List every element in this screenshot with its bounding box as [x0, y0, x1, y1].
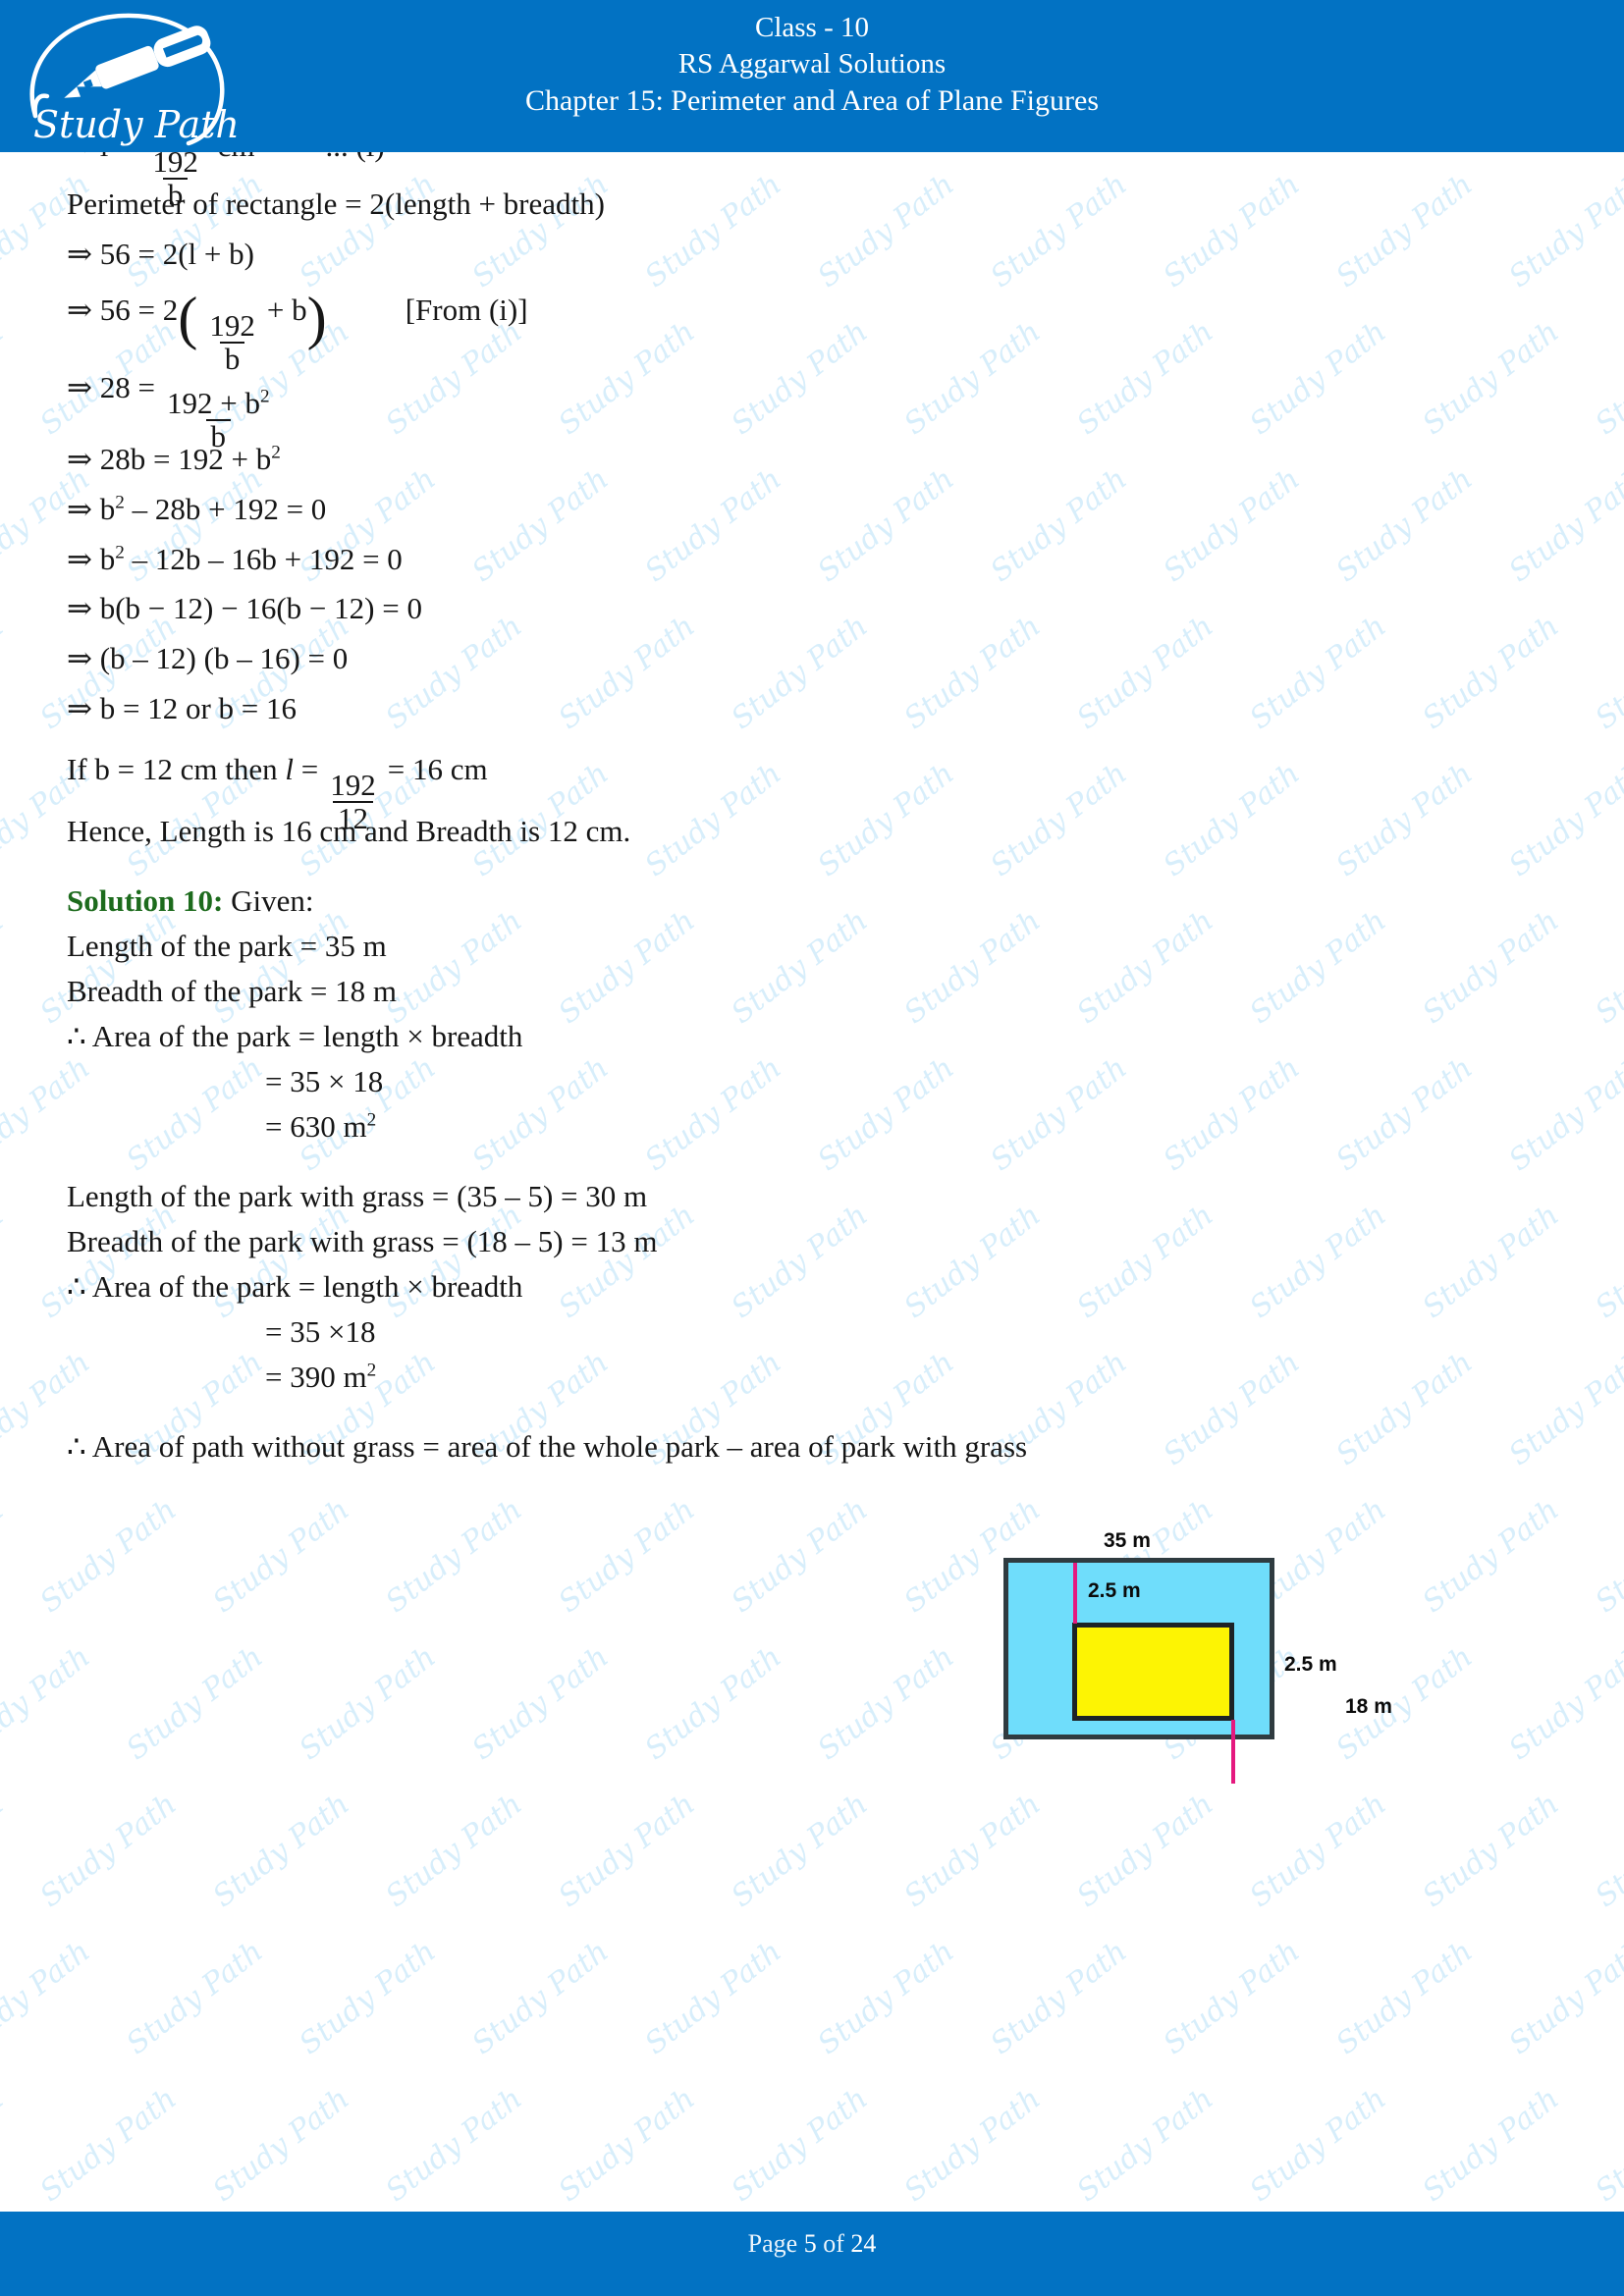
fraction-denominator: b: [219, 342, 245, 375]
header-class-line: Class - 10: [755, 12, 869, 43]
sol-line-grass-breadth: Breadth of the park with grass = (18 – 5…: [67, 1224, 658, 1258]
eq4-prefix: ⇒ 56 = 2: [67, 293, 179, 327]
sol-line-length: Length of the park = 35 m: [67, 929, 387, 963]
equation-line-7: ⇒ b2 – 28b + 192 = 0: [67, 494, 326, 524]
eq4-note: [From (i)]: [405, 293, 528, 327]
area-unit-exponent: 2: [366, 1109, 377, 1131]
equation-line-11: ⇒ b = 12 or b = 16: [67, 691, 298, 725]
sol-line-grass-length: Length of the park with grass = (35 – 5)…: [67, 1179, 648, 1213]
fraction-numerator: 192 + b2: [162, 386, 275, 421]
equation-line-2: Perimeter of rectangle = 2(length + brea…: [67, 187, 605, 221]
sol-line-area-result: = 630 m2: [265, 1111, 376, 1142]
equation-line-10: ⇒ (b – 12) (b – 16) = 0: [67, 641, 349, 675]
equation-line-3: ⇒ 56 = 2(l + b): [67, 237, 254, 271]
eq12-prefix: If b = 12 cm then: [67, 752, 286, 786]
fraction-numerator: 192: [330, 768, 376, 803]
fraction-192-over-b-2: 192 b: [204, 308, 260, 375]
solution-label: Solution 10:: [67, 883, 224, 918]
path-width-marker-bottom: [1231, 1720, 1235, 1784]
eq12-variable-l: l: [285, 752, 294, 786]
page-header: Study Path Class - 10 RS Aggarwal Soluti…: [0, 0, 1624, 152]
sol-line-grass-area-result: = 390 m2: [265, 1362, 376, 1392]
eq5-num-exponent: 2: [259, 386, 270, 407]
area-value: = 630 m: [265, 1109, 367, 1144]
diagram-label-breadth-18m: 18 m: [1345, 1695, 1392, 1718]
grass-area-value: = 390 m: [265, 1360, 367, 1394]
eq5-prefix: ⇒ 28 =: [67, 370, 155, 404]
equation-line-8: ⇒ b2 – 12b – 16b + 192 = 0: [67, 544, 403, 574]
sol-line-grass-area-calc: = 35 ×18: [265, 1314, 376, 1349]
page-prefix: Page: [747, 2229, 804, 2258]
diagram-label-path-right-2p5m: 2.5 m: [1284, 1653, 1337, 1676]
conclusion-line: Hence, Length is 16 cm and Breadth is 12…: [67, 814, 631, 848]
grass-inner-rectangle: [1072, 1623, 1234, 1721]
diagram-label-length-35m: 35 m: [1104, 1529, 1151, 1552]
right-paren: ): [306, 286, 327, 352]
eq12-tail: = 16 cm: [387, 752, 488, 786]
eq7-exponent: 2: [115, 492, 125, 513]
solution-10-heading: Solution 10: Given:: [67, 885, 313, 916]
eq6-text: ⇒ 28b = 192 + b: [67, 442, 272, 476]
sol-line-area-calc: = 35 × 18: [265, 1064, 384, 1098]
diagram-label-path-top-2p5m: 2.5 m: [1088, 1579, 1141, 1602]
left-paren: (: [178, 286, 198, 352]
equation-line-6: ⇒ 28b = 192 + b2: [67, 444, 281, 474]
sol-line-path-area: ∴ Area of path without grass = area of t…: [67, 1429, 1028, 1464]
grass-area-unit-exponent: 2: [366, 1360, 377, 1381]
fraction-numerator: 192: [209, 308, 255, 344]
eq12-equals: =: [294, 752, 319, 786]
sol-line-area-formula: ∴ Area of the park = length × breadth: [67, 1019, 523, 1053]
eq8-lead: ⇒ b: [67, 542, 116, 576]
eq6-exponent: 2: [271, 442, 281, 463]
park-with-path-diagram: 35 m 2.5 m 2.5 m 18 m: [992, 1529, 1424, 1787]
eq7-lead: ⇒ b: [67, 492, 116, 526]
path-width-marker-top: [1073, 1563, 1077, 1624]
equation-line-4: ⇒ 56 = 2(192 b + b) [From (i)]: [67, 286, 528, 376]
header-chapter-line: Chapter 15: Perimeter and Area of Plane …: [524, 84, 1099, 118]
total-page-count: 24: [850, 2229, 877, 2258]
sol-line-grass-area-formula: ∴ Area of the park = length × breadth: [67, 1269, 523, 1304]
eq8-exponent: 2: [115, 542, 125, 563]
page-content: ⇒ l = 192b cm... (i) Perimeter of rectan…: [0, 131, 1624, 2212]
eq7-tail: – 28b + 192 = 0: [124, 492, 327, 526]
solution-given: Given:: [223, 883, 314, 918]
page-of: of: [816, 2229, 851, 2258]
page-footer: Page 5 of 24: [0, 2212, 1624, 2296]
eq4-plus-b: + b: [266, 293, 307, 327]
header-book-line: RS Aggarwal Solutions: [677, 48, 947, 80]
eq5-num-text: 192 + b: [166, 386, 260, 421]
equation-line-9: ⇒ b(b − 12) − 16(b − 12) = 0: [67, 591, 422, 625]
page-indicator: Page 5 of 24: [0, 2229, 1624, 2259]
sol-line-breadth: Breadth of the park = 18 m: [67, 974, 398, 1008]
eq8-tail: – 12b – 16b + 192 = 0: [124, 542, 403, 576]
current-page-number: 5: [803, 2229, 817, 2258]
